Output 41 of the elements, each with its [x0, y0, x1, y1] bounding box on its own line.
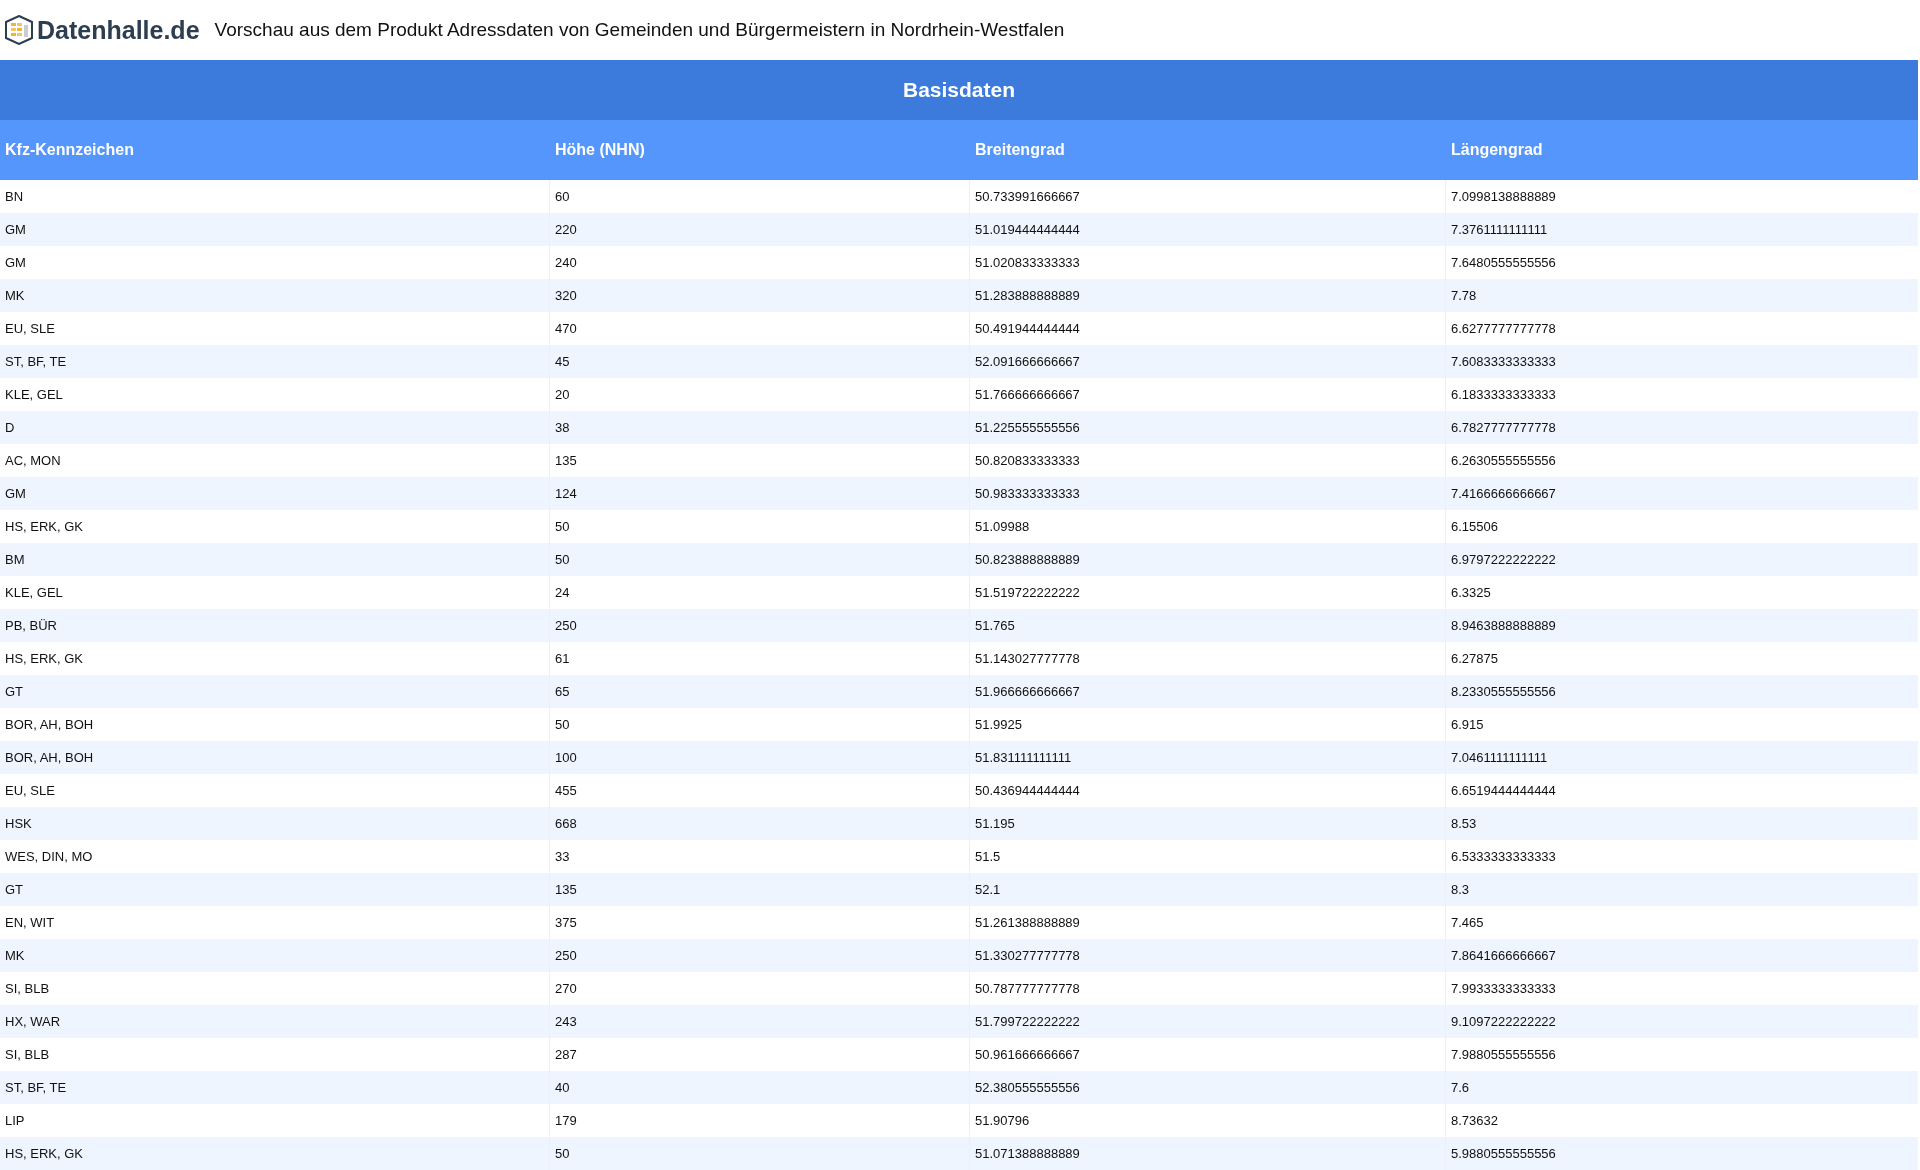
table-cell-text: 7.78 — [1450, 287, 1478, 305]
table-cell-text: 7.0461111111111 — [1450, 749, 1549, 767]
table-cell-text: 7.465 — [1450, 914, 1485, 932]
table-cell-text: 6.3325 — [1450, 584, 1492, 602]
table-cell: 51.071388888889 — [970, 1137, 1446, 1170]
table-cell-text: 7.6 — [1450, 1079, 1471, 1097]
table-cell-text: 6.915 — [1450, 716, 1485, 734]
column-header: Längengrad — [1450, 140, 1544, 160]
table-cell-text: 7.6083333333333 — [1450, 353, 1557, 371]
table-cell-text: 7.9880555555556 — [1450, 1046, 1557, 1064]
table-cell-text: 8.53 — [1450, 815, 1478, 833]
table-cell-text: 6.9797222222222 — [1450, 551, 1557, 569]
table-cell-text: 6.5333333333333 — [1450, 848, 1557, 866]
table-cell-text: 8.9463888888889 — [1450, 617, 1557, 635]
table-cell-text: 7.3761111111111 — [1450, 221, 1549, 239]
logo-text[interactable]: Datenhalle.de — [37, 15, 200, 45]
table-cell-text: 6.6519444444444 — [1450, 782, 1557, 800]
table-cell-text: 8.2330555555556 — [1450, 683, 1557, 701]
page-title: Vorschau aus dem Produkt Adressdaten von Gemeinden und Bürgermeistern in Nordrhein-Westfalen — [214, 19, 1065, 41]
table-cell: HS, ERK, GK — [0, 1137, 550, 1170]
table-cell-text: 8.73632 — [1450, 1112, 1499, 1130]
table-group-title: Basisdaten — [0, 60, 1918, 120]
table-cell: 50 — [550, 1137, 970, 1170]
column-header: Kfz-Kennzeichen — [4, 140, 135, 160]
table-cell-text: 5.9880555555556 — [1450, 1145, 1557, 1163]
table-cell-text: 6.15506 — [1450, 518, 1499, 536]
table-cell-text: 6.1833333333333 — [1450, 386, 1557, 404]
table-cell-text: 6.27875 — [1450, 650, 1499, 668]
column-header: Breitengrad — [974, 140, 1066, 160]
column-header: Höhe (NHN) — [554, 140, 646, 160]
table-cell-text: 6.2630555555556 — [1450, 452, 1557, 470]
logo-icon — [5, 15, 33, 45]
table-cell-text: 6.7827777777778 — [1450, 419, 1557, 437]
table-cell-text: 8.3 — [1450, 881, 1471, 899]
table-cell-text: 7.6480555555556 — [1450, 254, 1557, 272]
table-cell-text: 7.4166666666667 — [1450, 485, 1557, 503]
table-cell-text: 7.0998138888889 — [1450, 188, 1557, 206]
table-cell-text: 6.6277777777778 — [1450, 320, 1557, 338]
table-cell-text: 9.1097222222222 — [1450, 1013, 1557, 1031]
table-cell-text: 7.9933333333333 — [1450, 980, 1557, 998]
table-cell-text: 7.8641666666667 — [1450, 947, 1557, 965]
